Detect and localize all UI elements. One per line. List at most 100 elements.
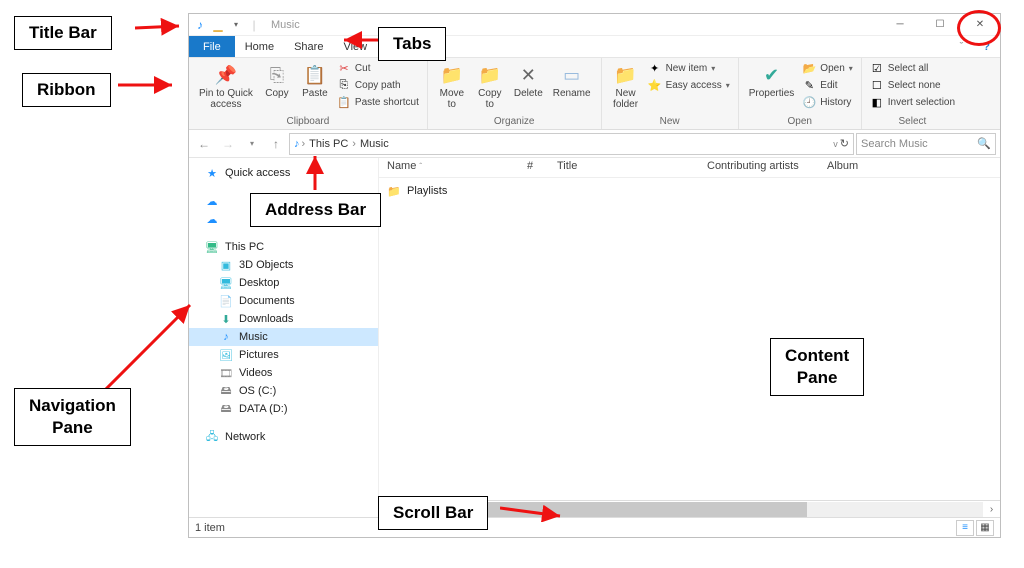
nav-os-c[interactable]: 🖴OS (C:) <box>189 382 378 400</box>
pin-icon: 📌 <box>213 62 239 88</box>
folder-icon: ▁ <box>211 18 225 32</box>
nav-3d-objects[interactable]: ▣3D Objects <box>189 256 378 274</box>
new-item-button[interactable]: ✦New item▾ <box>646 60 732 77</box>
nav-network[interactable]: 🖧Network <box>189 428 378 446</box>
properties-button[interactable]: ✔Properties <box>745 60 799 111</box>
nav-up-button[interactable]: ↑ <box>265 133 287 155</box>
desktop-icon: 🖥 <box>219 276 233 290</box>
nav-data-d[interactable]: 🖴DATA (D:) <box>189 400 378 418</box>
nav-pictures[interactable]: 🖼Pictures <box>189 346 378 364</box>
minimize-button[interactable]: ─ <box>880 14 920 36</box>
new-folder-button[interactable]: 📁New folder <box>608 60 644 112</box>
nav-videos[interactable]: 🎞Videos <box>189 364 378 382</box>
column-album[interactable]: Album <box>819 158 867 177</box>
music-note-icon: ♪ <box>219 330 233 344</box>
breadcrumb-music[interactable]: Music <box>358 138 391 150</box>
nav-documents[interactable]: 📄Documents <box>189 292 378 310</box>
invert-selection-icon: ◧ <box>870 96 884 110</box>
cut-icon: ✂ <box>337 62 351 76</box>
tab-file[interactable]: File <box>189 36 235 57</box>
new-folder-icon: 📁 <box>613 62 639 88</box>
address-dropdown-icon[interactable]: v <box>833 139 838 149</box>
video-icon: 🎞 <box>219 366 233 380</box>
scroll-right-button[interactable]: › <box>983 504 1000 515</box>
view-large-button[interactable]: ▦ <box>976 520 994 536</box>
history-button[interactable]: 🕘History <box>800 94 854 111</box>
select-all-button[interactable]: ☑Select all <box>868 60 957 77</box>
group-label-open: Open <box>745 116 855 129</box>
annotation-navpane: Navigation Pane <box>14 388 131 446</box>
nav-back-button[interactable]: ← <box>193 133 215 155</box>
open-button[interactable]: 📂Open▾ <box>800 60 854 77</box>
address-bar[interactable]: ♪ › This PC › Music v ↻ <box>289 133 854 155</box>
rename-icon: ▭ <box>559 62 585 88</box>
column-number[interactable]: # <box>519 158 549 177</box>
breadcrumb-thispc[interactable]: This PC <box>307 138 350 150</box>
breadcrumb-sep-icon: › <box>352 138 356 150</box>
nav-this-pc[interactable]: 🖥This PC <box>189 238 378 256</box>
tab-home[interactable]: Home <box>235 36 284 57</box>
star-icon: ★ <box>205 166 219 180</box>
tab-share[interactable]: Share <box>284 36 333 57</box>
column-artists[interactable]: Contributing artists <box>699 158 819 177</box>
select-none-button[interactable]: ☐Select none <box>868 77 957 94</box>
divider-icon: | <box>247 18 261 32</box>
search-input[interactable]: Search Music 🔍 <box>856 133 996 155</box>
delete-button[interactable]: ✕Delete <box>510 60 547 112</box>
list-item[interactable]: 📁 Playlists <box>379 182 1000 200</box>
music-note-icon: ♪ <box>193 18 207 32</box>
nav-recent-button[interactable]: ▾ <box>241 133 263 155</box>
paste-icon: 📋 <box>302 62 328 88</box>
move-to-icon: 📁 <box>439 62 465 88</box>
cut-button[interactable]: ✂Cut <box>335 60 421 77</box>
select-none-icon: ☐ <box>870 79 884 93</box>
item-count: 1 item <box>195 522 225 534</box>
network-icon: 🖧 <box>205 430 219 444</box>
dropdown-icon[interactable]: ▾ <box>229 18 243 32</box>
select-all-icon: ☑ <box>870 62 884 76</box>
file-list[interactable]: 📁 Playlists <box>379 178 1000 500</box>
paste-shortcut-button[interactable]: 📋Paste shortcut <box>335 94 421 111</box>
move-to-button[interactable]: 📁Move to <box>434 60 470 112</box>
new-item-icon: ✦ <box>648 62 662 76</box>
column-name[interactable]: Name ˆ <box>379 158 519 177</box>
titlebar: ♪ ▁ ▾ | Music ─ ☐ ✕ <box>189 14 1000 36</box>
open-icon: 📂 <box>802 62 816 76</box>
copy-button[interactable]: ⎘ Copy <box>259 60 295 112</box>
item-name: Playlists <box>407 185 447 197</box>
view-details-button[interactable]: ≡ <box>956 520 974 536</box>
maximize-button[interactable]: ☐ <box>920 14 960 36</box>
arrow-addressbar <box>300 152 330 192</box>
search-icon: 🔍 <box>977 137 991 150</box>
delete-icon: ✕ <box>515 62 541 88</box>
paste-button[interactable]: 📋 Paste <box>297 60 333 112</box>
explorer-window: ♪ ▁ ▾ | Music ─ ☐ ✕ File Home Share View… <box>188 13 1001 538</box>
pin-to-quick-access-button[interactable]: 📌 Pin to Quick access <box>195 60 257 112</box>
rename-button[interactable]: ▭Rename <box>549 60 595 112</box>
easy-access-button[interactable]: ⭐Easy access▾ <box>646 77 732 94</box>
monitor-icon: 🖥 <box>205 240 219 254</box>
tabs-row: File Home Share View ˇ ? <box>189 36 1000 58</box>
document-icon: 📄 <box>219 294 233 308</box>
status-bar: 1 item ≡ ▦ <box>189 517 1000 537</box>
annotation-ribbon: Ribbon <box>22 73 111 107</box>
arrow-scrollbar <box>500 498 570 522</box>
drive-icon: 🖴 <box>219 384 233 398</box>
nav-downloads[interactable]: ⬇Downloads <box>189 310 378 328</box>
annotation-circle-help <box>957 10 1001 46</box>
pictures-icon: 🖼 <box>219 348 233 362</box>
column-title[interactable]: Title <box>549 158 699 177</box>
group-label-clipboard: Clipboard <box>195 116 421 129</box>
nav-desktop[interactable]: 🖥Desktop <box>189 274 378 292</box>
nav-forward-button[interactable]: → <box>217 133 239 155</box>
invert-selection-button[interactable]: ◧Invert selection <box>868 94 957 111</box>
copy-path-button[interactable]: ⎘Copy path <box>335 77 421 94</box>
refresh-button[interactable]: ↻ <box>840 137 849 150</box>
ribbon-group-new: 📁New folder ✦New item▾ ⭐Easy access▾ New <box>602 58 739 129</box>
copy-to-button[interactable]: 📁Copy to <box>472 60 508 112</box>
nav-quick-access[interactable]: ★Quick access <box>189 164 378 182</box>
ribbon-group-organize: 📁Move to 📁Copy to ✕Delete ▭Rename Organi… <box>428 58 602 129</box>
annotation-tabs: Tabs <box>378 27 446 61</box>
edit-button[interactable]: ✎Edit <box>800 77 854 94</box>
nav-music[interactable]: ♪Music <box>189 328 378 346</box>
